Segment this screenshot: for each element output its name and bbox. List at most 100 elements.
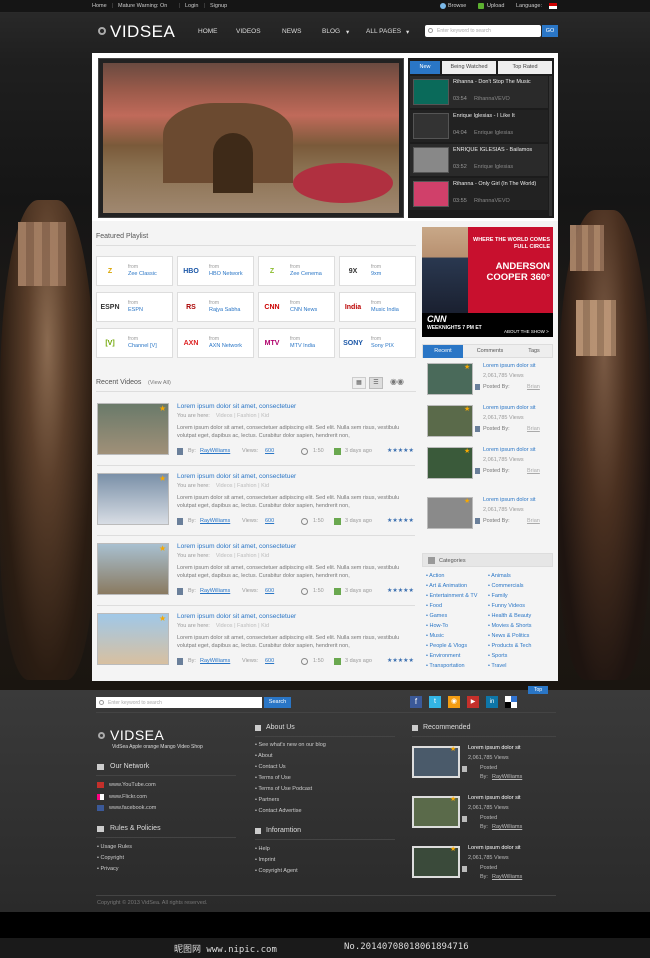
category-link[interactable]: Funny Videos [488, 603, 525, 609]
tab-new[interactable]: New [410, 61, 440, 74]
playlist-item[interactable]: Enrique Iglesias - I Like It 04:04 Enrique… [410, 110, 548, 142]
playlist-card[interactable]: Zfrom Zee Cenema [258, 256, 335, 286]
site-logo[interactable]: VIDSEA [110, 22, 175, 42]
category-link[interactable]: Travel [488, 663, 506, 669]
playlist-card[interactable]: 9X from 9xm [339, 256, 416, 286]
delicious-icon[interactable] [505, 696, 517, 708]
nav-home[interactable]: HOME [198, 28, 218, 35]
tab-tags[interactable]: Tags [515, 345, 553, 358]
star-icon[interactable]: ★ [159, 544, 166, 553]
star-icon[interactable]: ★ [159, 614, 166, 623]
top-link-login[interactable]: Login [185, 3, 198, 9]
footer-logo[interactable]: VIDSEA [110, 727, 164, 743]
recommended-author[interactable]: RayWilliams [492, 774, 522, 780]
sidebar-item[interactable]: ★ Lorem ipsum dolor sit 2,061,785 Views Pos… [427, 447, 555, 487]
category-link[interactable]: People & Vlogs [426, 643, 467, 649]
cnn-ad[interactable]: WHERE THE WORLD COMES FULL CIRCLE ANDERS… [422, 227, 553, 337]
category-link[interactable]: Art & Animation [426, 583, 467, 589]
category-link[interactable]: Sports [488, 653, 507, 659]
info-link-imprint[interactable]: Imprint [255, 857, 275, 863]
category-link[interactable]: Environment [426, 653, 460, 659]
category-link[interactable]: Action [426, 573, 444, 579]
video-player[interactable] [98, 58, 404, 218]
recommended-title[interactable]: Lorem ipsum dolor sit [468, 745, 521, 751]
posted-author[interactable]: Brian [527, 384, 540, 390]
recommended-title[interactable]: Lorem ipsum dolor sit [468, 795, 521, 801]
author-link[interactable]: RayWilliams [200, 448, 230, 454]
header-search-button[interactable]: GO [542, 25, 558, 37]
playlist-card[interactable]: AXN from AXN Network [177, 328, 254, 358]
playlist-card[interactable]: SONY from Sony PIX [339, 328, 416, 358]
nav-all-pages[interactable]: ALL PAGES [366, 28, 401, 35]
category-link[interactable]: Commercials [488, 583, 523, 589]
about-link[interactable]: Terms of Use Podcast [255, 786, 312, 792]
rules-link-copyright[interactable]: Copyright [97, 855, 124, 861]
top-link-signup[interactable]: Signup [210, 3, 227, 9]
recommended-item[interactable]: ★ Lorem ipsum dolor sit 2,061,785 Views Pos… [412, 844, 556, 888]
info-link-copyright-agent[interactable]: Copyright Agent [255, 868, 297, 874]
sidebar-title[interactable]: Lorem ipsum dolor sit [483, 447, 536, 453]
category-link[interactable]: Games [426, 613, 447, 619]
recommended-title[interactable]: Lorem ipsum dolor sit [468, 845, 521, 851]
author-link[interactable]: RayWilliams [200, 658, 230, 664]
category-link[interactable]: Family [488, 593, 507, 599]
tab-comments[interactable]: Comments [467, 345, 513, 358]
posted-author[interactable]: Brian [527, 518, 540, 524]
category-link[interactable]: Movies & Shorts [488, 623, 531, 629]
playlist-card[interactable]: India from Music India [339, 292, 416, 322]
header-search-field[interactable]: Enter keyword to search [425, 25, 541, 37]
sidebar-item[interactable]: ★ Lorem ipsum dolor sit 2,061,785 Views Pos… [427, 363, 555, 403]
category-link[interactable]: Health & Beauty [488, 613, 531, 619]
category-link[interactable]: How-To [426, 623, 448, 629]
playlist-card[interactable]: [V] from Channel [V] [96, 328, 173, 358]
recommended-item[interactable]: ★ Lorem ipsum dolor sit 2,061,785 Views Pos… [412, 744, 556, 788]
info-link-help[interactable]: Help [255, 846, 269, 852]
playlist-item[interactable]: ENRIQUE IGLESIAS - Bailamos 03:52 Enrique … [410, 144, 548, 176]
sidebar-item[interactable]: ★ Lorem ipsum dolor sit 2,061,785 Views Pos… [427, 405, 555, 445]
footer-search-field[interactable]: Enter keyword to search [96, 697, 262, 708]
about-link[interactable]: Contact Us [255, 764, 285, 770]
nav-blog[interactable]: BLOG [322, 28, 340, 35]
playlist-card[interactable]: HBO from HBO Network [177, 256, 254, 286]
nav-news[interactable]: NEWS [282, 28, 302, 35]
playlist-card[interactable]: Zfrom Zee Classic [96, 256, 173, 286]
rules-link-usage[interactable]: Usage Rules [97, 844, 132, 850]
tab-recent[interactable]: Recent [423, 345, 463, 358]
recommended-author[interactable]: RayWilliams [492, 824, 522, 830]
breadcrumb-path[interactable]: Videos | Fashion | Kid [216, 413, 269, 419]
twitter-icon[interactable]: t [429, 696, 441, 708]
breadcrumb-path[interactable]: Videos | Fashion | Kid [216, 483, 269, 489]
playlist-scrollbar[interactable] [549, 76, 552, 216]
sidebar-title[interactable]: Lorem ipsum dolor sit [483, 405, 536, 411]
playlist-card[interactable]: ESPN from ESPN [96, 292, 173, 322]
playlist-card[interactable]: CNN from CNN News [258, 292, 335, 322]
video-title[interactable]: Lorem ipsum dolor sit amet, consectetuer [177, 613, 296, 620]
facebook-icon[interactable]: f [410, 696, 422, 708]
nav-videos[interactable]: VIDEOS [236, 28, 261, 35]
network-link-flickr[interactable]: www.Flickr.com [109, 794, 147, 800]
back-to-top-button[interactable]: Top [528, 686, 548, 694]
breadcrumb-path[interactable]: Videos | Fashion | Kid [216, 553, 269, 559]
star-icon[interactable]: ★ [159, 474, 166, 483]
linkedin-icon[interactable]: in [486, 696, 498, 708]
network-link-youtube[interactable]: www.YouTube.com [109, 782, 156, 788]
top-link-upload[interactable]: Upload [487, 3, 504, 9]
posted-author[interactable]: Brian [527, 468, 540, 474]
category-link[interactable]: Entertainment & TV [426, 593, 477, 599]
top-link-home[interactable]: Home [92, 3, 107, 9]
view-all-link[interactable]: (View All) [148, 380, 171, 386]
ad-about-link[interactable]: ABOUT THE SHOW > [504, 329, 549, 334]
star-icon[interactable]: ★ [159, 404, 166, 413]
category-link[interactable]: Food [426, 603, 442, 609]
about-link[interactable]: Contact Advertise [255, 808, 301, 814]
top-link-browse[interactable]: Browse [448, 3, 466, 9]
author-link[interactable]: RayWilliams [200, 518, 230, 524]
network-link-facebook[interactable]: www.facebook.com [109, 805, 156, 811]
about-link[interactable]: Partners [255, 797, 279, 803]
category-link[interactable]: Products & Tech [488, 643, 531, 649]
category-link[interactable]: Animals [488, 573, 511, 579]
posted-author[interactable]: Brian [527, 426, 540, 432]
tab-top-rated[interactable]: Top Rated [498, 61, 552, 74]
about-link[interactable]: About [255, 753, 272, 759]
recommended-item[interactable]: ★ Lorem ipsum dolor sit 2,061,785 Views Pos… [412, 794, 556, 838]
